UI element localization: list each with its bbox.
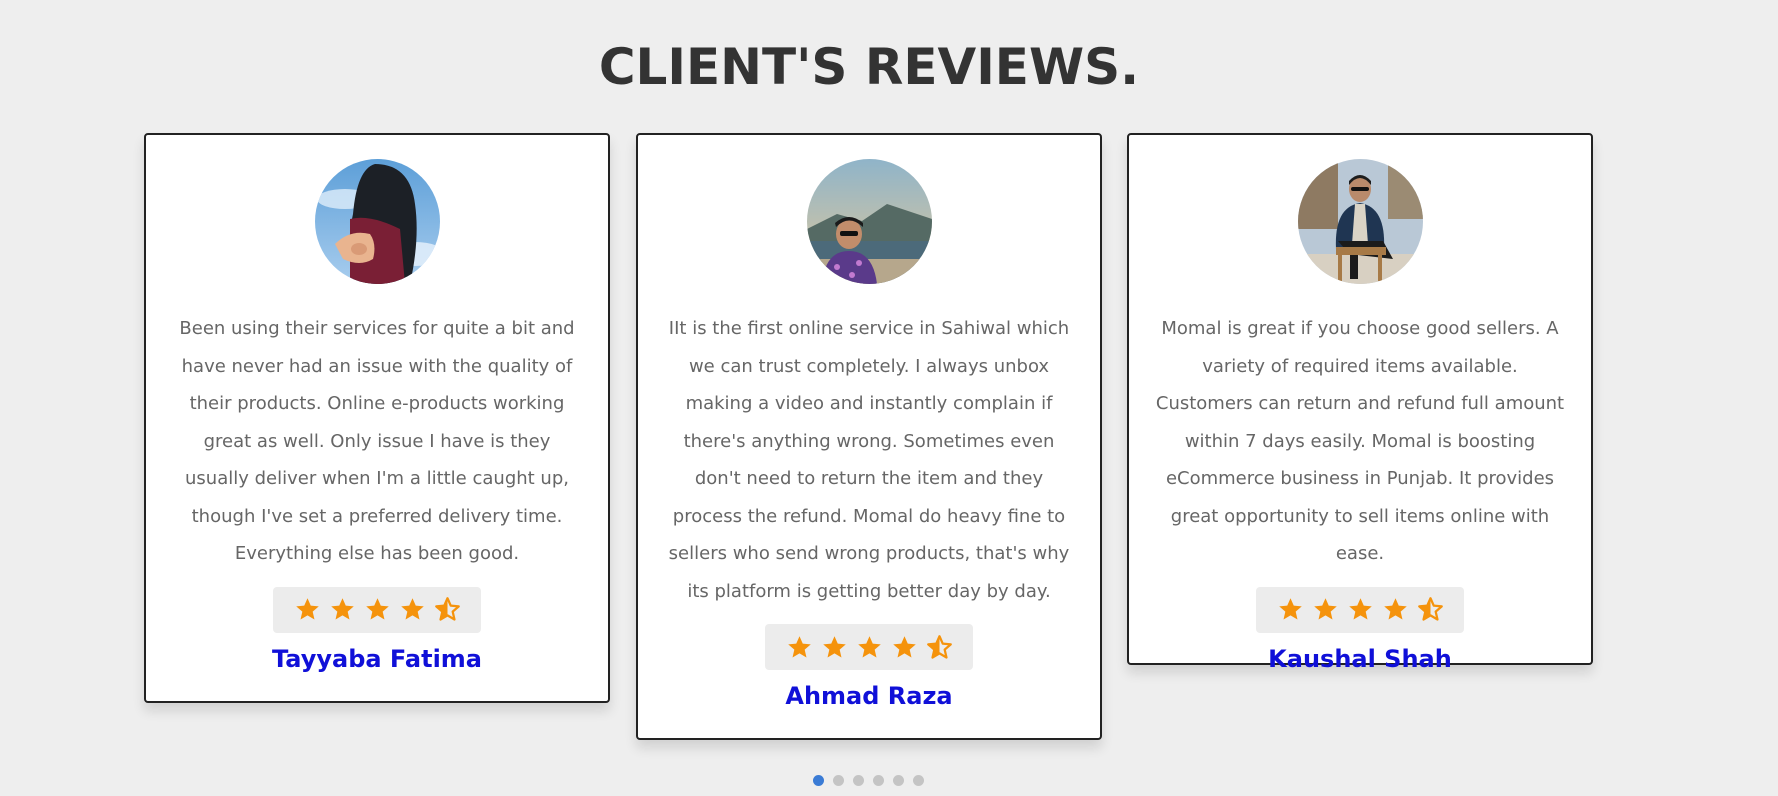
star-full-icon	[330, 598, 354, 620]
carousel-pagination	[813, 775, 924, 786]
star-full-icon	[1313, 598, 1337, 620]
reviewer-name: Kaushal Shah	[1268, 644, 1452, 673]
star-half-icon	[1417, 597, 1443, 621]
star-rating	[1256, 586, 1464, 633]
star-full-icon	[822, 635, 846, 658]
star-rating	[765, 624, 973, 670]
star-half-icon	[926, 634, 952, 659]
carousel-dot[interactable]	[853, 775, 864, 786]
review-card: IIt is the first online service in Sahiw…	[636, 133, 1102, 740]
review-text: IIt is the first online service in Sahiw…	[668, 318, 1070, 602]
carousel-dot[interactable]	[833, 775, 844, 786]
star-full-icon	[1278, 598, 1302, 620]
star-full-icon	[1348, 598, 1372, 620]
star-full-icon	[365, 598, 389, 620]
star-full-icon	[857, 635, 881, 658]
carousel-dot[interactable]	[873, 775, 884, 786]
carousel-dot[interactable]	[813, 775, 824, 786]
star-half-icon	[434, 597, 460, 621]
reviewer-avatar	[314, 159, 440, 284]
star-full-icon	[1383, 598, 1407, 620]
reviews-section: CLIENT'S REVIEWS. Been using their servi…	[0, 0, 1778, 796]
section-title: CLIENT'S REVIEWS.	[598, 38, 1140, 96]
carousel-dot[interactable]	[913, 775, 924, 786]
reviewer-avatar	[806, 159, 932, 284]
star-full-icon	[295, 598, 319, 620]
star-rating	[273, 586, 481, 633]
star-full-icon	[892, 635, 916, 658]
review-text: Momal is great if you choose good seller…	[1155, 318, 1565, 564]
reviewer-name: Tayyaba Fatima	[271, 644, 483, 673]
review-text: Been using their services for quite a bi…	[179, 318, 575, 564]
review-card: Momal is great if you choose good seller…	[1127, 133, 1593, 673]
star-full-icon	[400, 598, 424, 620]
review-card: Been using their services for quite a bi…	[144, 133, 610, 703]
reviewer-avatar	[1297, 159, 1423, 284]
carousel-dot[interactable]	[893, 775, 904, 786]
star-full-icon	[787, 635, 811, 658]
reviewer-name: Ahmad Raza	[785, 682, 953, 710]
